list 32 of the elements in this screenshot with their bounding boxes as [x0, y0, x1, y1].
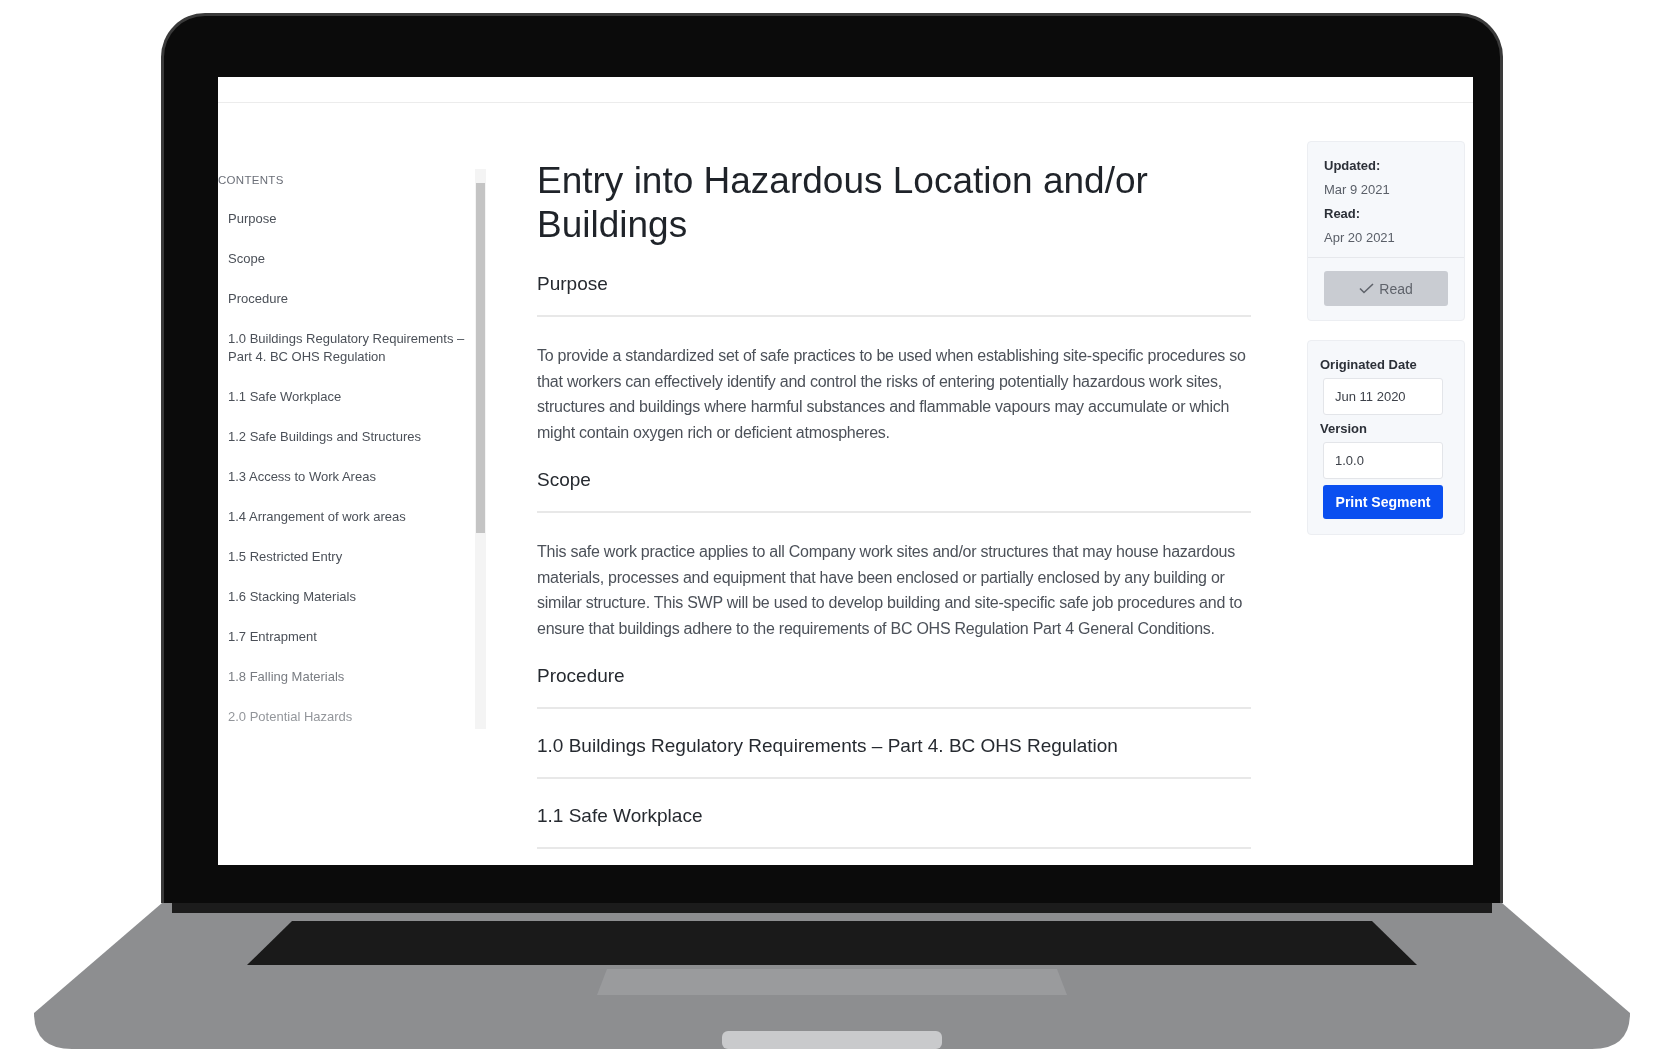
print-segment-button[interactable]: Print Segment — [1323, 485, 1443, 519]
updated-label: Updated: — [1324, 158, 1382, 173]
read-date: Apr 20 2021 — [1324, 230, 1396, 245]
originated-label: Originated Date — [1320, 357, 1418, 372]
contents-link[interactable]: 1.6 Stacking Materials — [228, 588, 475, 606]
section-heading: Procedure — [537, 665, 1251, 709]
contents-link[interactable]: 1.7 Entrapment — [228, 628, 475, 646]
contents-link[interactable]: Purpose — [228, 210, 475, 228]
section-text: This safe work practice applies to all Company work sites and/or structures that may house hazardous materials, processes and equipment that have been enclosed or partially enclosed by any building or similar structure. This SWP will be used to develop building and site-specific safe job procedures and to ensure that buildings adhere to the requirements of BC OHS Regulation Part 4 General Conditions. — [537, 542, 1244, 639]
read-label: Read: — [1324, 206, 1362, 221]
updated-date: Mar 9 2021 — [1324, 182, 1391, 197]
scrollbar[interactable] — [475, 169, 486, 729]
contents-heading: CONTENTS — [218, 174, 285, 186]
document-title: Entry into Hazardous Location and/or Buildings — [537, 159, 1149, 247]
contents-link[interactable]: 1.3 Access to Work Areas — [228, 468, 475, 486]
contents-link[interactable]: 1.2 Safe Buildings and Structures — [228, 428, 475, 446]
contents-link[interactable]: Scope — [228, 250, 475, 268]
contents-link[interactable]: 1.0 Buildings Regulatory Requirements – Part 4. BC OHS Regulation — [228, 330, 475, 366]
section-heading: Scope — [537, 469, 1251, 513]
originated-date-field[interactable]: Jun 11 2020 — [1323, 378, 1443, 415]
version-label: Version — [1320, 421, 1368, 436]
contents-link[interactable]: 1.5 Restricted Entry — [228, 548, 475, 566]
contents-link[interactable]: Procedure — [228, 290, 475, 308]
contents-link[interactable]: 1.1 Safe Workplace — [228, 388, 475, 406]
contents-link[interactable]: 1.4 Arrangement of work areas — [228, 508, 475, 526]
check-icon — [1359, 283, 1375, 294]
section-heading: Purpose — [537, 273, 1251, 317]
version-field[interactable]: 1.0.0 — [1323, 442, 1443, 479]
section-heading: 1.0 Buildings Regulatory Requirements – Part 4. BC OHS Regulation — [537, 735, 1251, 779]
section-text: To provide a standardized set of safe practices to be used when establishing site-specific procedures so that workers can effectively identify and control the risks of entering potentially hazardous work sites, structures and buildings where harmful substances and flammable vapours may accumulate or which might contain oxygen rich or deficient atmospheres. — [537, 346, 1247, 443]
section-heading: 1.1 Safe Workplace — [537, 805, 1251, 849]
contents-link[interactable]: 1.8 Falling Materials — [228, 668, 475, 686]
